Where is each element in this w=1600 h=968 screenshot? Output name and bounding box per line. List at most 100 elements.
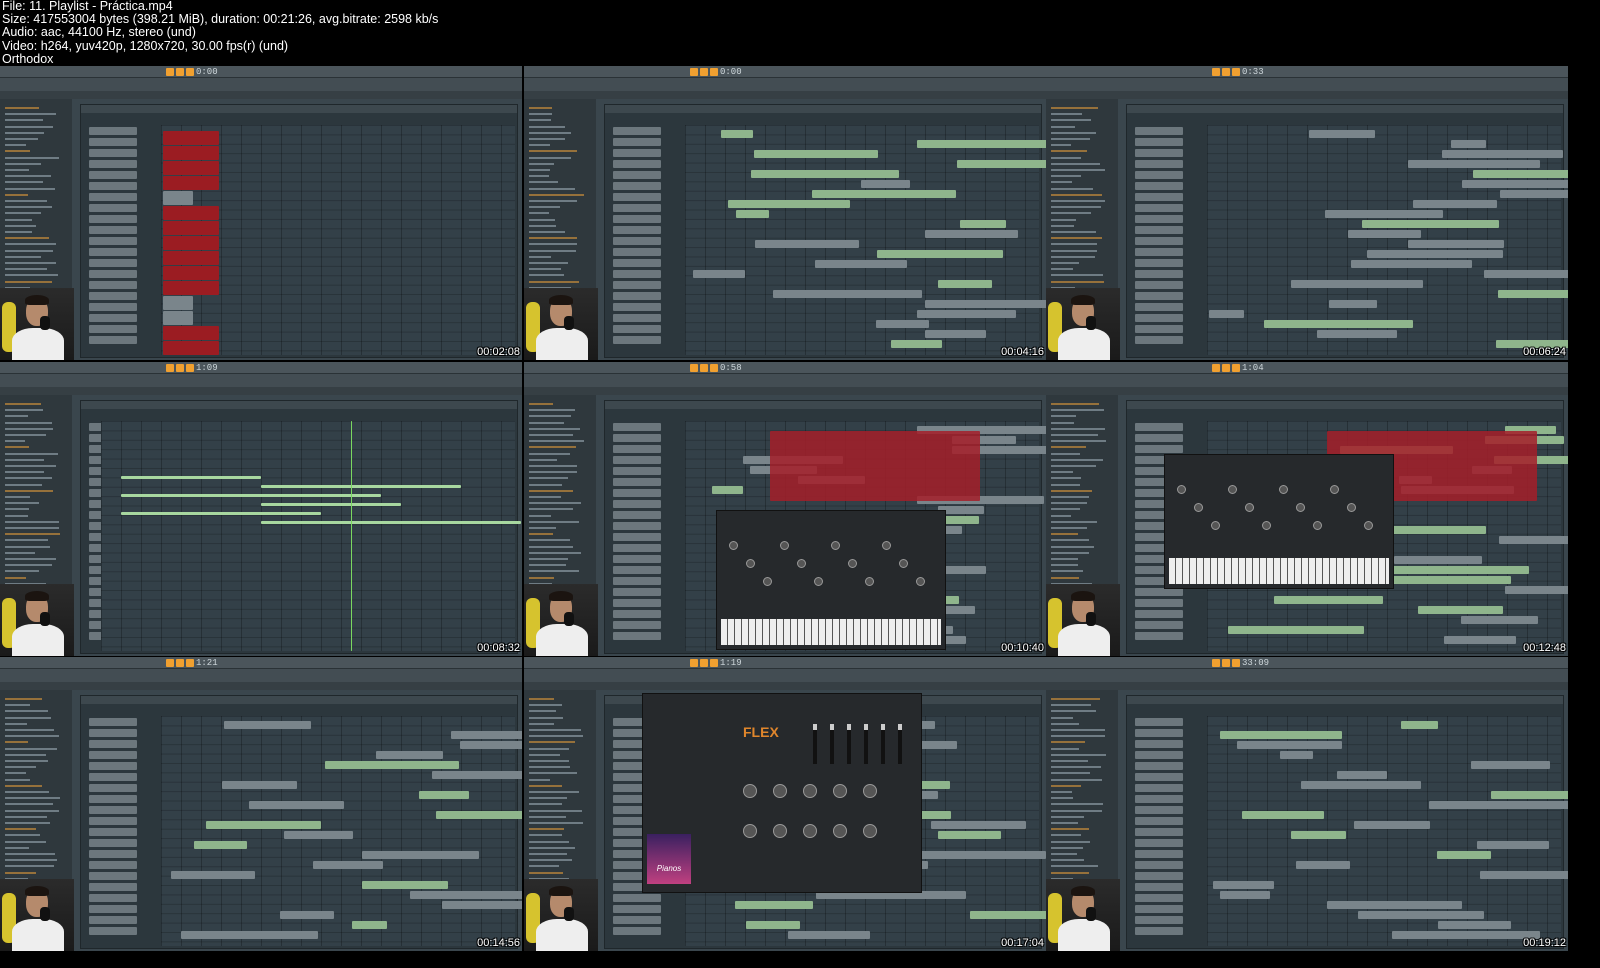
browser-item [1051,187,1093,190]
pattern-clip [811,190,956,198]
browser-item [529,218,556,221]
microphone-icon [564,907,574,921]
browser-item [5,496,31,498]
browser-item [1051,471,1074,474]
track-header [1135,894,1183,902]
browser-item [529,489,574,492]
pattern-clip [1279,751,1314,759]
pattern-clip [890,340,942,348]
browser-item [1051,766,1101,769]
song-position-display: 0:00 [720,67,742,77]
track-header [89,149,137,157]
browser-item [529,237,577,240]
browser-item [529,803,562,806]
browser-item [529,840,570,843]
browser-item [1051,280,1105,283]
browser-item [1051,113,1082,116]
transport-button [1212,68,1220,76]
thumbnail-grid: 0:00 00:02:08 0:00 00:04:16 0:33 00:06:24 1:09… [0,66,1568,952]
browser-item [5,803,54,806]
pattern-clip [736,210,769,218]
note [261,503,401,506]
browser-item [529,772,577,775]
track-header [613,522,661,530]
browser-item [529,822,583,824]
browser-item [1051,545,1094,548]
browser-item [529,144,550,147]
track-header [613,456,661,464]
browser-item [5,458,44,461]
track-header [1135,171,1183,179]
browser-item [5,558,56,560]
browser-item [529,280,579,283]
playlist-title-bar [1127,401,1563,409]
browser-item [5,520,59,523]
browser-item [5,760,48,762]
track-header [1135,773,1183,781]
browser-item [5,859,58,862]
video-info: Video: h264, yuv420p, 1280x720, 30.00 fp… [2,38,289,53]
browser-item [5,477,53,480]
transport-button [710,68,718,76]
pattern-clip [931,821,1027,829]
pattern-clip [180,931,318,939]
knob [1330,485,1339,494]
browser-item [5,753,47,756]
pattern-clip [754,150,878,158]
track-header [613,489,661,497]
track-header [613,336,661,344]
webcam-overlay [1046,879,1120,951]
pattern-clip [745,921,801,929]
browser-item [5,564,53,567]
track-header [1135,182,1183,190]
browser-item [1051,722,1080,725]
playlist-title-bar [1127,105,1563,113]
browser-item [1051,815,1085,818]
playlist-window [604,104,1046,358]
track-header [89,916,137,924]
browser-item [1051,527,1088,529]
browser-item [529,169,551,171]
browser-item [5,249,53,252]
browser-item [529,200,578,202]
browser-item [529,551,581,554]
browser-item [529,766,570,769]
person-hair [549,295,573,305]
browser-item [529,834,562,837]
browser-item [1051,119,1092,122]
browser-item [1051,735,1106,738]
track-list [1135,718,1183,948]
browser-item [5,729,55,731]
daw-menu-bar: 1:21 [0,657,522,669]
person-shirt [1058,919,1110,951]
timestamp: 00:02:08 [477,346,520,358]
song-position-display: 1:19 [720,658,742,668]
browser-item [529,249,576,252]
browser-item [5,865,54,868]
knob [1245,503,1254,512]
webcam-overlay [1046,584,1120,656]
knob [1279,485,1288,494]
browser-item [5,766,37,769]
video-thumbnail: 0:00 00:02:08 [0,66,522,360]
browser-item [5,243,57,246]
timestamp: 00:12:48 [1523,642,1566,654]
daw-hint-bar [0,91,522,99]
browser-item [1051,249,1097,252]
person-hair [1071,591,1095,601]
playlist-title-bar [605,401,1041,409]
track-header [613,248,661,256]
pattern-clip [1357,911,1484,919]
track-header [613,610,661,618]
person-shirt [536,328,588,360]
track-header [1135,248,1183,256]
browser-item [1051,144,1072,147]
browser-item [1051,489,1092,492]
browser-item [5,268,48,271]
browser-item [529,729,581,731]
track-header [89,751,137,759]
browser-item [529,231,565,233]
song-position-display: 0:00 [196,67,218,77]
track-header [613,127,661,135]
pattern-clip [1436,851,1492,859]
